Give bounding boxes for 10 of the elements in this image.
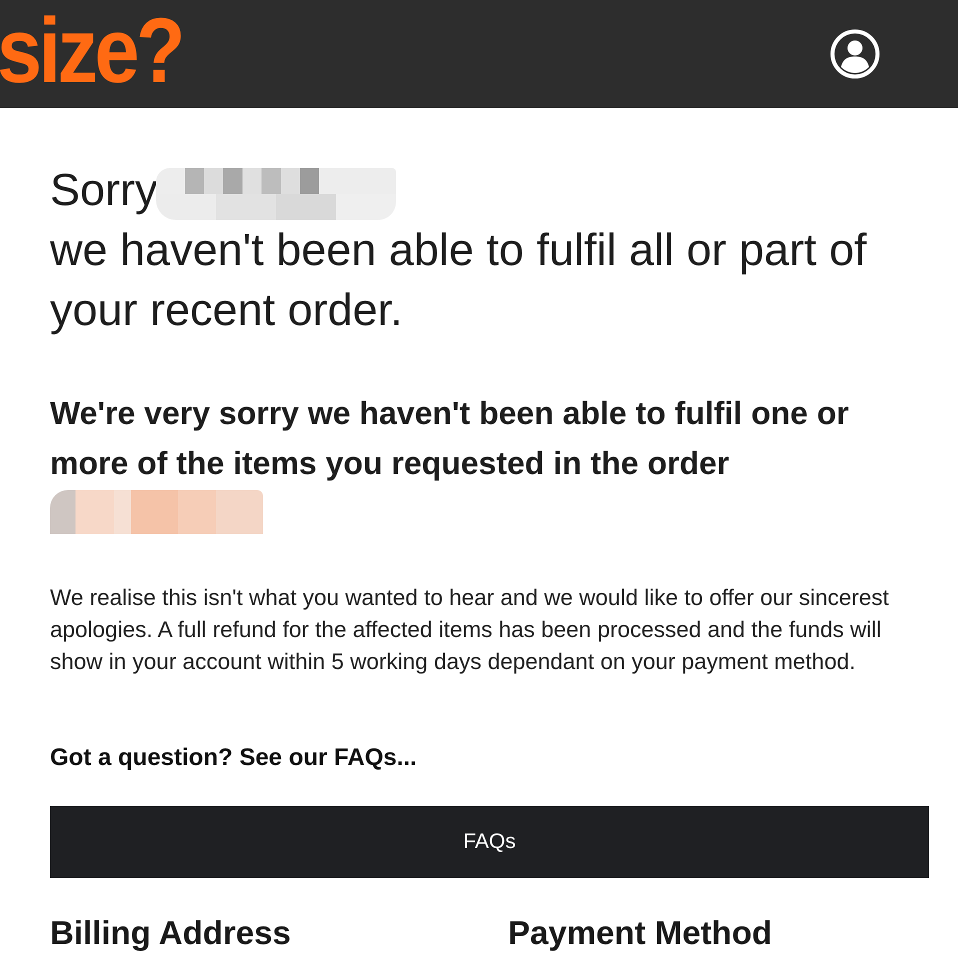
- apology-heading: we haven't been able to fulfil all or part of your recent order.: [50, 223, 868, 337]
- section-heading: Billing Address: [50, 914, 291, 952]
- apology-subheading: We're very sorry we haven't been able to fulfil one or more of the items you requested in the order: [50, 394, 850, 483]
- faqs-button[interactable]: FAQs: [50, 806, 929, 878]
- section-heading: Payment Method: [508, 914, 772, 952]
- refund-paragraph: We realise this isn't what you wanted to hear and we would like to offer our sincerest apologies. A full refund for the affected items has been processed and the funds will show in your account within 5 working days dependant on your payment method.: [50, 584, 890, 676]
- greeting-text: Sorry: [50, 163, 158, 217]
- account-icon[interactable]: [830, 29, 880, 79]
- faq-prompt: Got a question? See our FAQs...: [50, 743, 418, 773]
- logo[interactable]: size?: [0, 5, 182, 97]
